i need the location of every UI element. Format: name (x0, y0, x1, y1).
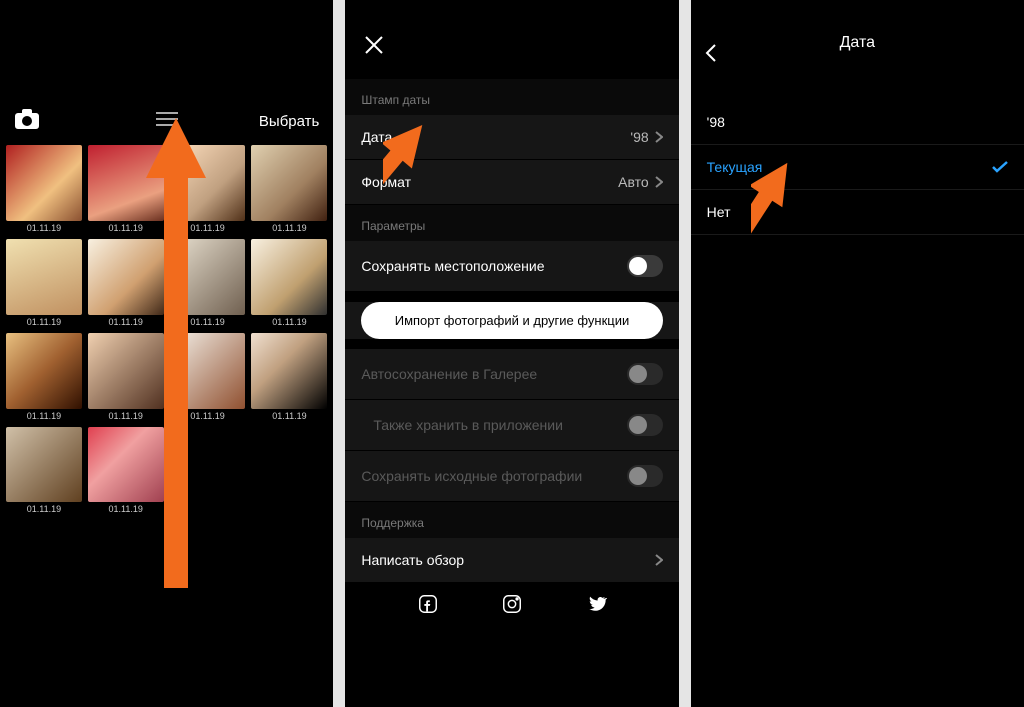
row-value: Авто (618, 174, 663, 190)
row-label: Сохранять местоположение (361, 258, 544, 274)
camera-icon[interactable] (14, 108, 40, 135)
thumbnail[interactable]: 01.11.19 (170, 239, 246, 327)
thumbnail-date: 01.11.19 (272, 411, 306, 421)
thumbnail-date: 01.11.19 (27, 411, 61, 421)
thumbnail[interactable]: 01.11.19 (170, 333, 246, 421)
thumbnail-date: 01.11.19 (109, 223, 143, 233)
settings-row-also-store[interactable]: Также хранить в приложении (345, 400, 678, 451)
option-label: '98 (707, 114, 725, 130)
instagram-icon[interactable] (501, 593, 523, 620)
thumbnail-image[interactable] (170, 239, 246, 315)
row-label: Дата (361, 129, 392, 145)
thumbnail[interactable]: 01.11.19 (6, 145, 82, 233)
settings-row-format[interactable]: Формат Авто (345, 160, 678, 205)
toggle-save-location[interactable] (627, 255, 663, 277)
page-title: Дата (840, 34, 875, 52)
settings-row-save-originals[interactable]: Сохранять исходные фотографии (345, 451, 678, 502)
date-option-98[interactable]: '98 (691, 100, 1024, 145)
thumbnail-date: 01.11.19 (109, 504, 143, 514)
check-icon (992, 161, 1008, 173)
thumbnail-date: 01.11.19 (27, 223, 61, 233)
row-label: Автосохранение в Галерее (361, 366, 537, 382)
thumbnail[interactable]: 01.11.19 (251, 145, 327, 233)
settings-row-review[interactable]: Написать обзор (345, 538, 678, 583)
thumbnail-image[interactable] (88, 239, 164, 315)
thumbnail[interactable]: 01.11.19 (88, 427, 164, 515)
twitter-icon[interactable] (585, 593, 607, 620)
thumbnail-date: 01.11.19 (109, 317, 143, 327)
thumbnail[interactable]: 01.11.19 (6, 427, 82, 515)
thumbnail-image[interactable] (251, 145, 327, 221)
panel-settings: Штамп даты Дата '98 Формат Авто Параметр… (345, 0, 678, 707)
section-header-params: Параметры (345, 205, 678, 241)
thumbnail-image[interactable] (88, 333, 164, 409)
row-label: Сохранять исходные фотографии (361, 468, 582, 484)
date-option-none[interactable]: Нет (691, 190, 1024, 235)
thumbnail-date: 01.11.19 (190, 223, 224, 233)
thumbnail-image[interactable] (6, 333, 82, 409)
row-label: Также хранить в приложении (373, 417, 563, 433)
facebook-icon[interactable] (417, 593, 439, 620)
date-option-current[interactable]: Текущая (691, 145, 1024, 190)
thumbnail-date: 01.11.19 (27, 504, 61, 514)
thumbnail[interactable]: 01.11.19 (88, 239, 164, 327)
thumbnail-image[interactable] (6, 145, 82, 221)
section-header-stamp: Штамп даты (345, 79, 678, 115)
close-icon[interactable] (363, 43, 385, 60)
row-value: '98 (630, 129, 662, 145)
gallery-topbar: Выбрать (0, 94, 333, 145)
import-button[interactable]: Импорт фотографий и другие функции (361, 302, 662, 339)
thumbnail-image[interactable] (170, 145, 246, 221)
thumbnail-image[interactable] (251, 239, 327, 315)
settings-row-save-location[interactable]: Сохранять местоположение (345, 241, 678, 292)
thumbnail-date: 01.11.19 (190, 411, 224, 421)
option-label: Нет (707, 204, 731, 220)
thumbnail-date: 01.11.19 (109, 411, 143, 421)
section-header-support: Поддержка (345, 502, 678, 538)
settings-top (345, 0, 678, 79)
option-label: Текущая (707, 159, 763, 175)
thumbnail[interactable]: 01.11.19 (88, 333, 164, 421)
select-button[interactable]: Выбрать (259, 113, 319, 130)
thumbnail-date: 01.11.19 (272, 223, 306, 233)
toggle-also-store[interactable] (627, 414, 663, 436)
thumbnail[interactable]: 01.11.19 (170, 145, 246, 233)
chevron-right-icon (655, 554, 663, 566)
toggle-save-originals[interactable] (627, 465, 663, 487)
thumbnail-image[interactable] (88, 427, 164, 503)
date-header: Дата (691, 0, 1024, 70)
thumbnail-date: 01.11.19 (272, 317, 306, 327)
thumbnail[interactable]: 01.11.19 (6, 333, 82, 421)
thumbnail-image[interactable] (170, 333, 246, 409)
settings-row-autosave[interactable]: Автосохранение в Галерее (345, 349, 678, 400)
panel-gallery: Выбрать 01.11.1901.11.1901.11.1901.11.19… (0, 0, 333, 707)
menu-icon[interactable] (120, 111, 178, 132)
row-label: Написать обзор (361, 552, 464, 568)
thumbnail[interactable]: 01.11.19 (251, 333, 327, 421)
thumbnail-date: 01.11.19 (190, 317, 224, 327)
panel-date: Дата '98 Текущая Нет (691, 0, 1024, 707)
thumbnail-grid: 01.11.19 01.11.19 01.11.19 01.11.19 01.11.19… (0, 145, 333, 514)
thumbnail[interactable]: 01.11.19 (88, 145, 164, 233)
thumbnail-image[interactable] (88, 145, 164, 221)
settings-row-date[interactable]: Дата '98 (345, 115, 678, 160)
row-label: Формат (361, 174, 411, 190)
thumbnail[interactable]: 01.11.19 (251, 239, 327, 327)
toggle-autosave[interactable] (627, 363, 663, 385)
thumbnail-date: 01.11.19 (27, 317, 61, 327)
thumbnail-image[interactable] (6, 239, 82, 315)
thumbnail[interactable]: 01.11.19 (6, 239, 82, 327)
thumbnail-image[interactable] (6, 427, 82, 503)
thumbnail-image[interactable] (251, 333, 327, 409)
social-links (345, 583, 678, 630)
